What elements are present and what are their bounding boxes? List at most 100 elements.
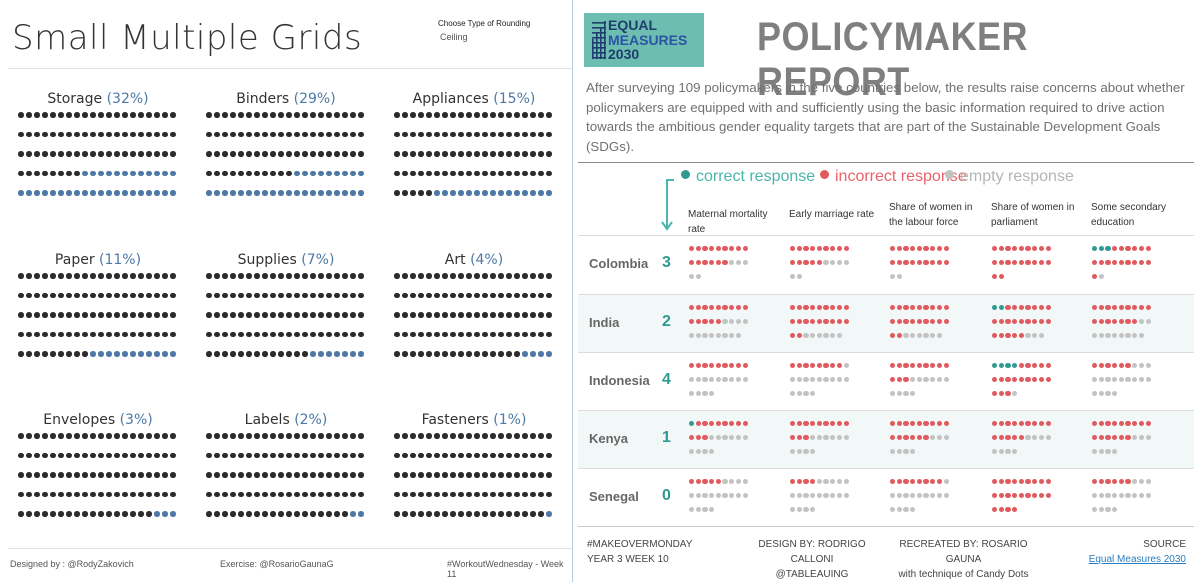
base-dot[interactable]: [402, 331, 408, 337]
highlight-dot[interactable]: [206, 190, 212, 196]
base-dot[interactable]: [522, 452, 528, 458]
empty-response-dot[interactable]: [702, 449, 708, 455]
base-dot[interactable]: [278, 112, 284, 118]
empty-response-dot[interactable]: [896, 391, 902, 397]
base-dot[interactable]: [434, 273, 440, 279]
base-dot[interactable]: [34, 511, 40, 517]
base-dot[interactable]: [294, 511, 300, 517]
base-dot[interactable]: [74, 472, 80, 478]
empty-response-dot[interactable]: [816, 493, 823, 499]
base-dot[interactable]: [450, 112, 456, 118]
base-dot[interactable]: [434, 292, 440, 298]
base-dot[interactable]: [474, 331, 480, 337]
incorrect-response-dot[interactable]: [1045, 377, 1051, 383]
incorrect-response-dot[interactable]: [903, 246, 909, 252]
base-dot[interactable]: [170, 491, 176, 497]
base-dot[interactable]: [530, 331, 536, 337]
empty-response-dot[interactable]: [1098, 507, 1104, 513]
incorrect-response-dot[interactable]: [709, 363, 715, 369]
incorrect-response-dot[interactable]: [936, 260, 943, 266]
empty-response-dot[interactable]: [1092, 333, 1098, 339]
base-dot[interactable]: [350, 292, 356, 298]
base-dot[interactable]: [410, 292, 416, 298]
base-dot[interactable]: [310, 312, 316, 318]
base-dot[interactable]: [222, 511, 228, 517]
empty-response-dot[interactable]: [729, 260, 735, 266]
highlight-dot[interactable]: [262, 190, 268, 196]
base-dot[interactable]: [350, 131, 356, 137]
base-dot[interactable]: [138, 331, 144, 337]
base-dot[interactable]: [170, 331, 176, 337]
base-dot[interactable]: [302, 292, 308, 298]
incorrect-response-dot[interactable]: [1125, 260, 1131, 266]
base-dot[interactable]: [310, 511, 316, 517]
base-dot[interactable]: [238, 472, 244, 478]
base-dot[interactable]: [170, 433, 176, 439]
base-dot[interactable]: [246, 292, 252, 298]
base-dot[interactable]: [50, 331, 56, 337]
base-dot[interactable]: [522, 511, 528, 517]
incorrect-response-dot[interactable]: [1105, 363, 1111, 369]
base-dot[interactable]: [114, 331, 120, 337]
empty-response-dot[interactable]: [830, 377, 836, 383]
base-dot[interactable]: [146, 433, 152, 439]
base-dot[interactable]: [514, 491, 520, 497]
highlight-dot[interactable]: [146, 190, 152, 196]
base-dot[interactable]: [402, 511, 408, 517]
base-dot[interactable]: [546, 312, 552, 318]
base-dot[interactable]: [50, 170, 56, 176]
empty-response-dot[interactable]: [1105, 449, 1111, 455]
highlight-dot[interactable]: [530, 190, 536, 196]
highlight-dot[interactable]: [482, 190, 488, 196]
base-dot[interactable]: [326, 472, 332, 478]
incorrect-response-dot[interactable]: [910, 421, 916, 427]
empty-response-dot[interactable]: [1145, 319, 1151, 325]
incorrect-response-dot[interactable]: [722, 421, 728, 427]
empty-response-dot[interactable]: [689, 391, 695, 397]
base-dot[interactable]: [98, 131, 104, 137]
incorrect-response-dot[interactable]: [803, 246, 809, 252]
highlight-dot[interactable]: [434, 190, 440, 196]
base-dot[interactable]: [130, 331, 136, 337]
base-dot[interactable]: [450, 312, 456, 318]
empty-response-dot[interactable]: [742, 377, 748, 383]
incorrect-response-dot[interactable]: [702, 435, 708, 441]
base-dot[interactable]: [254, 351, 260, 357]
base-dot[interactable]: [230, 292, 236, 298]
incorrect-response-dot[interactable]: [803, 435, 809, 441]
base-dot[interactable]: [278, 472, 284, 478]
incorrect-response-dot[interactable]: [1038, 493, 1045, 499]
base-dot[interactable]: [114, 452, 120, 458]
base-dot[interactable]: [358, 292, 364, 298]
base-dot[interactable]: [442, 151, 448, 157]
base-dot[interactable]: [442, 351, 448, 357]
base-dot[interactable]: [238, 511, 244, 517]
incorrect-response-dot[interactable]: [890, 305, 896, 311]
base-dot[interactable]: [114, 273, 120, 279]
empty-response-dot[interactable]: [823, 377, 829, 383]
base-dot[interactable]: [394, 472, 400, 478]
highlight-dot[interactable]: [246, 190, 252, 196]
highlight-dot[interactable]: [334, 351, 340, 357]
base-dot[interactable]: [66, 151, 72, 157]
base-dot[interactable]: [130, 491, 136, 497]
incorrect-response-dot[interactable]: [1105, 479, 1111, 485]
empty-response-dot[interactable]: [1132, 493, 1138, 499]
base-dot[interactable]: [342, 472, 348, 478]
base-dot[interactable]: [230, 112, 236, 118]
base-dot[interactable]: [26, 511, 32, 517]
base-dot[interactable]: [26, 151, 32, 157]
base-dot[interactable]: [26, 491, 32, 497]
base-dot[interactable]: [350, 273, 356, 279]
base-dot[interactable]: [326, 112, 332, 118]
incorrect-response-dot[interactable]: [1032, 260, 1038, 266]
base-dot[interactable]: [318, 273, 324, 279]
base-dot[interactable]: [286, 331, 292, 337]
base-dot[interactable]: [82, 511, 88, 517]
base-dot[interactable]: [334, 151, 340, 157]
base-dot[interactable]: [530, 472, 536, 478]
incorrect-response-dot[interactable]: [810, 363, 816, 369]
base-dot[interactable]: [482, 273, 488, 279]
incorrect-response-dot[interactable]: [1112, 421, 1118, 427]
empty-response-dot[interactable]: [790, 391, 796, 397]
